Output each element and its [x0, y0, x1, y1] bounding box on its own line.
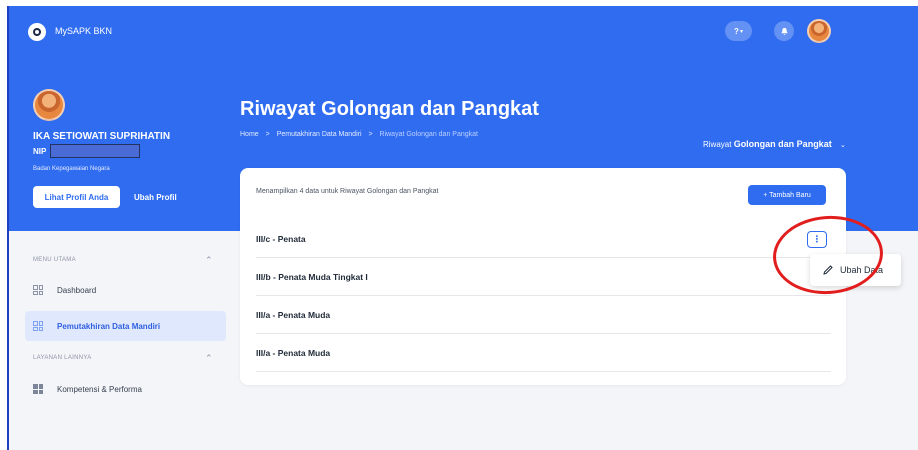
frame-left-border: [7, 6, 9, 450]
add-new-button[interactable]: + Tambah Baru: [748, 185, 826, 205]
nip-label: NIP: [33, 147, 47, 156]
view-profile-button[interactable]: Lihat Profil Anda: [33, 186, 120, 208]
chevron-up-icon: ⌃: [205, 255, 213, 265]
sidebar: MENU UTAMA ⌃ Dashboard Pemutakhiran Data…: [7, 231, 237, 450]
nip-redacted: [50, 144, 140, 158]
breadcrumb-separator: >: [265, 131, 270, 138]
help-icon: ?: [734, 26, 739, 36]
row-label: III/c - Penata: [256, 233, 306, 244]
menu-header-other-label: LAYANAN LAINNYA: [33, 355, 92, 361]
section-prefix: Riwayat: [703, 140, 732, 149]
chevron-down-icon: ▾: [739, 28, 743, 35]
app-logo-icon[interactable]: [28, 23, 46, 41]
row-label: III/b - Penata Muda Tingkat I: [256, 271, 368, 282]
app-title[interactable]: MySAPK BKN: [55, 26, 112, 36]
sidebar-item-dashboard[interactable]: Dashboard: [25, 275, 226, 305]
grid-icon: [33, 285, 43, 295]
help-menu-button[interactable]: ? ▾: [725, 21, 752, 41]
sidebar-item-pemutakhiran[interactable]: Pemutakhiran Data Mandiri: [25, 311, 226, 341]
table-row[interactable]: III/a - Penata Muda: [256, 296, 831, 334]
section-name: Golongan dan Pangkat: [733, 139, 832, 149]
grid-icon: [33, 321, 43, 331]
breadcrumb-current: Riwayat Golongan dan Pangkat: [379, 131, 478, 138]
user-avatar[interactable]: [807, 19, 831, 43]
section-selector[interactable]: Riwayat Golongan dan Pangkat ⌄: [703, 139, 846, 149]
sidebar-item-label: Kompetensi & Performa: [57, 384, 142, 394]
edit-profile-button[interactable]: Ubah Profil: [134, 193, 177, 202]
menu-header-main-label: MENU UTAMA: [33, 257, 76, 263]
profile-org: Badan Kepegawaian Negara: [33, 166, 110, 172]
row-label: III/a - Penata Muda: [256, 347, 331, 358]
app-frame: MySAPK BKN ? ▾ IKA SETIOWATI SUPRIHATIN …: [7, 6, 918, 450]
menu-header-main[interactable]: MENU UTAMA ⌃: [33, 255, 213, 265]
qr-grid-icon: [33, 384, 43, 394]
breadcrumb-home[interactable]: Home: [240, 131, 259, 138]
chevron-down-icon: ⌄: [839, 142, 846, 149]
profile-name: IKA SETIOWATI SUPRIHATIN: [33, 131, 171, 142]
top-bar: MySAPK BKN ? ▾: [7, 6, 918, 56]
page-title: Riwayat Golongan dan Pangkat: [240, 98, 539, 120]
history-card: Menampilkan 4 data untuk Riwayat Golonga…: [240, 168, 846, 385]
breadcrumb-separator: >: [368, 131, 373, 138]
sidebar-item-label: Dashboard: [57, 285, 97, 295]
notification-button[interactable]: [774, 21, 794, 41]
result-summary: Menampilkan 4 data untuk Riwayat Golonga…: [256, 188, 439, 195]
menu-header-other[interactable]: LAYANAN LAINNYA ⌃: [33, 353, 213, 363]
row-label: III/a - Penata Muda: [256, 309, 331, 320]
breadcrumb-pemutakhiran[interactable]: Pemutakhiran Data Mandiri: [277, 131, 362, 138]
table-row[interactable]: III/a - Penata Muda: [256, 334, 831, 372]
sidebar-item-label: Pemutakhiran Data Mandiri: [57, 321, 161, 331]
breadcrumb: Home > Pemutakhiran Data Mandiri > Riway…: [240, 131, 478, 138]
bell-icon: [780, 27, 788, 35]
table-row[interactable]: III/b - Penata Muda Tingkat I: [256, 258, 831, 296]
sidebar-item-kompetensi[interactable]: Kompetensi & Performa: [25, 374, 226, 404]
chevron-up-icon: ⌃: [205, 353, 213, 363]
table-row[interactable]: III/c - Penata: [256, 220, 831, 258]
profile-avatar: [33, 89, 65, 121]
